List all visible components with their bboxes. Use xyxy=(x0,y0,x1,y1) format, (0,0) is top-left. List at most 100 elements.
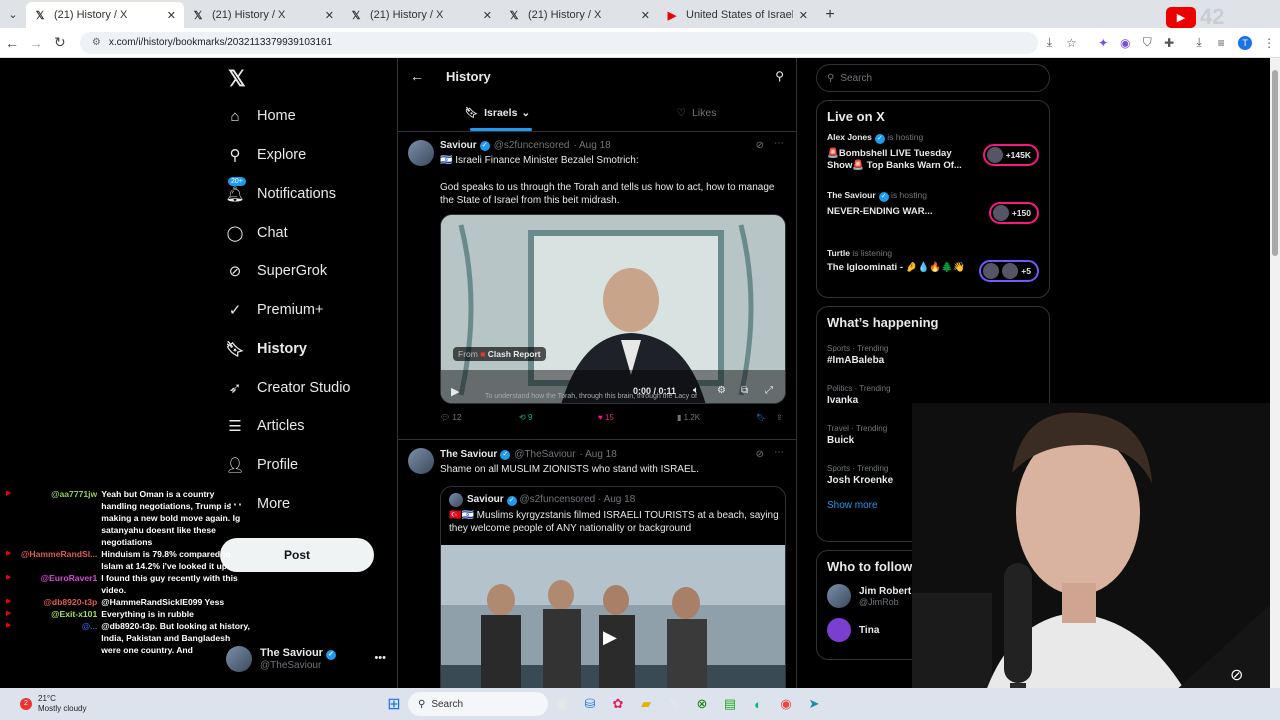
bookmark-icon[interactable]: 🔖︎ xyxy=(756,413,776,422)
chrome-icon[interactable]: ◉ xyxy=(772,693,800,715)
close-icon[interactable]: ✕ xyxy=(325,9,334,22)
nav-creator-studio[interactable]: ➶ Creator Studio xyxy=(226,373,351,403)
download-icon[interactable]: ⤓ xyxy=(1188,35,1210,50)
close-icon[interactable]: ✕ xyxy=(483,9,492,22)
live-item[interactable]: The Saviour ✓ is hosting NEVER-ENDING WAR… xyxy=(827,190,1039,248)
more-icon[interactable]: ••• xyxy=(374,652,386,664)
play-icon[interactable]: ▶ xyxy=(451,385,459,398)
post[interactable]: The Saviour ✓ @TheSaviour · Aug 18 ⊘ ⋯ Sh… xyxy=(398,440,796,688)
extension-icon[interactable]: ◉ xyxy=(1114,36,1136,50)
copilot-icon[interactable]: ✿ xyxy=(604,693,632,715)
listener-pill[interactable]: +150 xyxy=(988,202,1039,224)
tab-israels[interactable]: 🔖︎ Israels ⌄ xyxy=(398,94,597,131)
weather-widget[interactable]: 2 21°C Mostly cloudy xyxy=(0,694,240,714)
grok-icon[interactable]: ⊘ xyxy=(756,449,764,460)
share-icon[interactable]: ⇪ xyxy=(776,413,786,422)
start-icon[interactable]: ⊞ xyxy=(380,693,408,715)
avatar[interactable] xyxy=(408,140,434,166)
folder-icon[interactable]: ▰ xyxy=(632,693,660,715)
search-icon: ⚲ xyxy=(229,147,241,164)
scrollbar-thumb[interactable] xyxy=(1272,70,1278,256)
more-icon[interactable]: ⋯ xyxy=(774,138,784,149)
live-item[interactable]: Turtle is listening The Igloominati - 🤌💧… xyxy=(827,248,1039,306)
play-icon[interactable]: ▶ xyxy=(603,627,617,648)
shield-icon[interactable]: ⛉ xyxy=(1136,35,1158,50)
video-source-badge[interactable]: From ■ Clash Report xyxy=(453,347,546,361)
browser-tab[interactable]: 𝕏 (21) History / X ✕ xyxy=(26,2,184,28)
browser-tab[interactable]: 𝕏 (21) History / X ✕ xyxy=(500,2,658,28)
tab-list-icon[interactable]: ⌄ xyxy=(0,0,26,28)
x-logo-icon[interactable]: 𝕏 xyxy=(228,66,246,92)
views-button[interactable]: ▮ 1.2K xyxy=(677,413,756,422)
trend-item[interactable]: Sports · Trending #ImABaleba xyxy=(827,344,1039,366)
page-scrollbar[interactable] xyxy=(1270,58,1280,688)
browser-tab[interactable]: 𝕏 (21) History / X ✕ xyxy=(342,2,500,28)
nav-home[interactable]: ⌂ Home xyxy=(226,101,295,131)
x-app-icon[interactable]: 𝕏 xyxy=(660,693,688,715)
author-name[interactable]: The Saviour xyxy=(440,449,497,460)
listener-pill[interactable]: +145K xyxy=(982,144,1039,166)
close-icon[interactable]: ✕ xyxy=(799,9,808,22)
host-status: is hosting xyxy=(891,190,927,200)
search-icon[interactable]: ⚲ xyxy=(775,69,784,83)
listener-count: +145K xyxy=(1005,150,1031,160)
browser-tab[interactable]: 𝕏 (21) History / X ✕ xyxy=(184,2,342,28)
reload-icon[interactable]: ↻ xyxy=(48,34,72,51)
nav-articles[interactable]: ☰ Articles xyxy=(226,411,304,441)
search-input[interactable]: ⚲ Search xyxy=(816,64,1050,92)
close-icon[interactable]: ✕ xyxy=(167,9,176,22)
settings-icon[interactable]: ⚙ xyxy=(717,385,726,396)
nav-history[interactable]: 🔖︎ History xyxy=(225,334,306,364)
browser-tab[interactable]: ▶ United States of Israel | New Lo ✕ xyxy=(658,2,816,28)
url-field[interactable]: ⚙ x.com/i/history/bookmarks/203211337993… xyxy=(79,31,1039,54)
forward-icon[interactable]: → xyxy=(24,35,48,51)
nav-premium[interactable]: ✓ Premium+ xyxy=(226,295,324,325)
fullscreen-icon[interactable]: ⤢ xyxy=(765,385,773,396)
grok-icon[interactable]: ⊘ xyxy=(756,140,764,151)
xbox-icon[interactable]: ⊗ xyxy=(688,693,716,715)
site-info-icon[interactable]: ⚙ xyxy=(92,37,101,48)
reply-button[interactable]: 💬︎ 12 xyxy=(440,413,519,422)
video-player[interactable]: ▶ xyxy=(441,545,785,688)
new-tab-button[interactable]: + xyxy=(816,2,844,28)
extension-icon[interactable]: ✦ xyxy=(1092,36,1114,50)
tab-likes[interactable]: ♡ Likes xyxy=(597,94,796,131)
edge-icon[interactable]: ◐ xyxy=(744,693,772,715)
nav-notifications[interactable]: 🔔︎ 20+ Notifications xyxy=(225,177,336,209)
back-icon[interactable]: ← xyxy=(0,35,24,51)
post-date[interactable]: · Aug 18 xyxy=(580,449,617,460)
nav-chat[interactable]: ◯ Chat xyxy=(226,218,288,248)
nav-explore[interactable]: ⚲ Explore xyxy=(226,140,307,170)
more-icon[interactable]: ⋯ xyxy=(774,447,784,458)
pip-icon[interactable]: ⧉ xyxy=(741,385,748,396)
install-icon[interactable]: ⤓ xyxy=(1038,35,1060,50)
telegram-icon[interactable]: ➤ xyxy=(800,693,828,715)
post[interactable]: Saviour ✓ @s2funcensored · Aug 18 ⊘ ⋯ 🇮🇱 … xyxy=(398,132,796,440)
live-item[interactable]: Alex Jones ✓ is hosting 🚨Bombshell LIVE T… xyxy=(827,132,1039,190)
quoted-post[interactable]: Saviour ✓ @s2funcensored · Aug 18 🇹🇷🇮🇱 Mu… xyxy=(440,486,786,688)
avatar[interactable] xyxy=(408,448,434,474)
like-button[interactable]: ♥ 15 xyxy=(598,413,677,422)
taskbar-search[interactable]: ⚲ Search xyxy=(408,692,548,716)
close-icon[interactable]: ✕ xyxy=(641,9,650,22)
store-icon[interactable]: ⛁ xyxy=(576,693,604,715)
menu-icon[interactable]: ⋮ xyxy=(1258,36,1280,50)
author-handle[interactable]: @s2funcensored xyxy=(494,140,570,151)
video-player[interactable]: From ■ Clash Report ▶ To understand how … xyxy=(440,214,786,404)
author-handle[interactable]: @TheSaviour xyxy=(514,449,575,460)
task-view-icon[interactable]: ▣ xyxy=(548,693,576,715)
volume-icon[interactable]: 🔈︎ xyxy=(693,385,699,396)
account-switcher[interactable]: The Saviour ✓ @TheSaviour ••• xyxy=(226,644,386,674)
listener-pill[interactable]: +5 xyxy=(979,260,1039,282)
app-icon[interactable]: ▤ xyxy=(716,693,744,715)
repost-button[interactable]: ⟲ 9 xyxy=(519,413,598,422)
puzzle-icon[interactable]: ✚ xyxy=(1158,36,1180,50)
back-arrow-icon[interactable]: ← xyxy=(410,68,446,84)
source-icon: ■ xyxy=(480,349,486,359)
profile-avatar[interactable]: T xyxy=(1238,35,1253,50)
star-icon[interactable]: ☆ xyxy=(1060,36,1082,50)
nav-supergrok[interactable]: ⊘ SuperGrok xyxy=(226,256,327,286)
post-date[interactable]: · Aug 18 xyxy=(573,140,610,151)
author-name[interactable]: Saviour xyxy=(440,140,477,151)
reading-list-icon[interactable]: ≡ xyxy=(1210,36,1232,50)
